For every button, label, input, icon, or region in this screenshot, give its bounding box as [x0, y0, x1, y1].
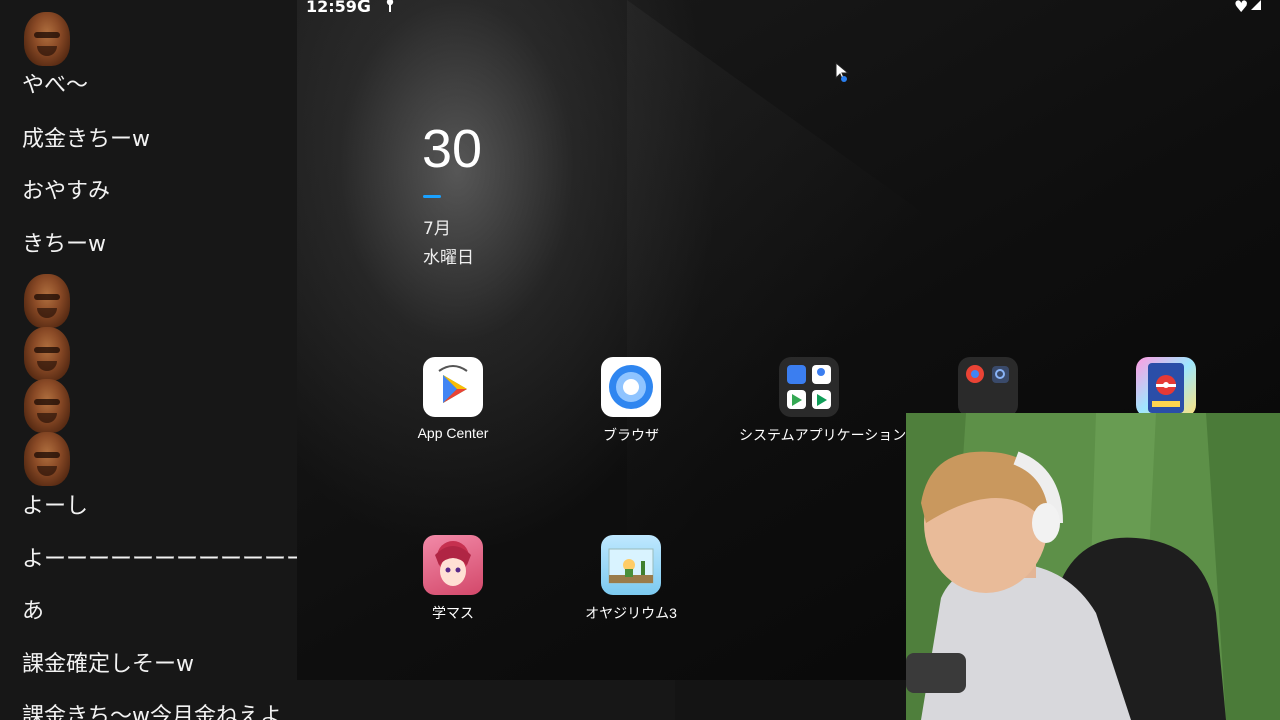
signal-icon — [1251, 0, 1261, 10]
stamp-avatar-icon — [24, 327, 70, 381]
webcam-overlay — [906, 413, 1280, 720]
app-label: ブラウザ — [603, 427, 659, 443]
key-icon — [386, 0, 394, 12]
chat-message: おやすみ — [22, 179, 111, 204]
chat-message: 課金確定しそーw — [22, 652, 194, 677]
app-label: システムアプリケーション — [739, 427, 907, 443]
wifi-icon: ♥ — [1234, 0, 1249, 16]
app-browser[interactable]: ブラウザ — [561, 357, 701, 445]
date-accent-bar — [423, 195, 441, 198]
app-system-apps-folder[interactable]: システムアプリケーション — [739, 357, 907, 445]
system-apps-folder-icon[interactable] — [779, 357, 839, 417]
app-gakumas[interactable]: 学マス — [383, 535, 523, 623]
google-icon: G — [357, 0, 371, 17]
chat-message: 課金きち～w今月金ねえよ — [22, 704, 282, 720]
stamp-avatar-icon — [24, 12, 70, 66]
status-time: 12:59 — [306, 0, 357, 16]
app-label: App Center — [417, 425, 489, 441]
date-day[interactable]: 30 — [422, 118, 482, 180]
app-label: オヤジリウム3 — [585, 605, 677, 621]
chat-message: 成金きちーw — [22, 127, 150, 152]
oyajirium-icon[interactable] — [601, 535, 661, 595]
chat-message: きちーw — [22, 232, 106, 257]
app-label: 学マス — [432, 605, 474, 621]
pokemon-card-icon[interactable] — [1136, 357, 1196, 417]
app-oyajirium[interactable]: オヤジリウム3 — [561, 535, 701, 623]
chat-message: やべ～ — [22, 73, 89, 98]
status-bar: 12:59 G ♥ — [297, 0, 1280, 18]
stamp-avatar-icon — [24, 274, 70, 328]
chat-message: よーーーーーーーーーーーー — [22, 547, 297, 572]
chat-message: よーし — [22, 494, 89, 519]
chat-column: やべ～ 成金きちーw おやすみ きちーw よーし よーーーーーーーーーーーー あ… — [0, 0, 297, 720]
browser-icon[interactable] — [601, 357, 661, 417]
gakumas-icon[interactable] — [423, 535, 483, 595]
stamp-avatar-icon — [24, 432, 70, 486]
mouse-cursor-icon — [835, 62, 850, 82]
date-month: 7月 — [423, 219, 451, 239]
chat-overflow-row: 課金きち～w今月金ねえよ — [0, 680, 675, 720]
google-folder-icon[interactable] — [958, 357, 1018, 417]
streamer-video-icon — [906, 413, 1280, 720]
play-store-icon[interactable] — [423, 357, 483, 417]
date-weekday: 水曜日 — [423, 248, 474, 268]
chat-message: あ — [22, 599, 45, 624]
stamp-avatar-icon — [24, 379, 70, 433]
app-app-center[interactable]: App Center — [383, 357, 523, 441]
